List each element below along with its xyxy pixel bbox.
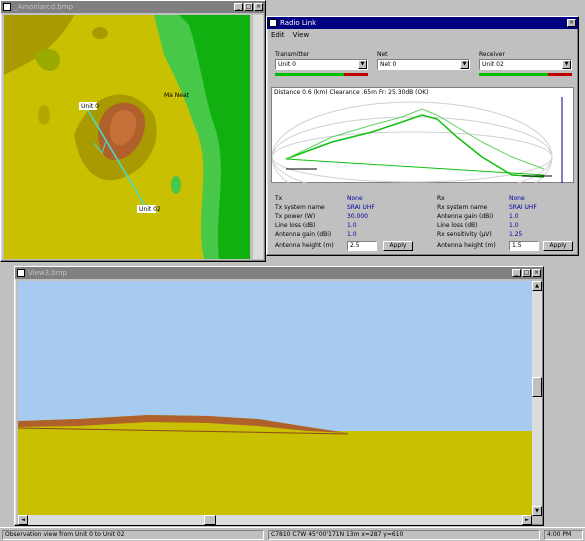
map-window-title: _Amoniarcd.bmp bbox=[14, 3, 74, 11]
view-window[interactable]: View3.bmp _ □ × ▲ ▼ ◄ ► bbox=[14, 266, 544, 526]
radio-link-window[interactable]: Radio Link × Edit View Transmitter Net R… bbox=[266, 16, 579, 256]
right-antenna-height-input[interactable]: 1.5 bbox=[509, 241, 539, 251]
receiver-level-bar bbox=[479, 73, 572, 76]
left-row-0-label: Tx system name bbox=[275, 204, 325, 211]
status-bar: Observation view from Unit 0 to Unit 02 … bbox=[0, 527, 585, 541]
scroll-left-icon[interactable]: ◄ bbox=[18, 515, 28, 525]
left-role-label: Tx bbox=[275, 195, 283, 202]
document-icon bbox=[17, 269, 25, 277]
chevron-down-icon[interactable]: ▼ bbox=[358, 60, 367, 69]
scroll-down-icon[interactable]: ▼ bbox=[532, 506, 542, 516]
terrain-map[interactable]: Unit 0 Unit 02 Ma Neat bbox=[4, 15, 250, 259]
left-row-1-label: Tx power (W) bbox=[275, 213, 316, 220]
net-value: Net 0 bbox=[380, 61, 397, 68]
unit-a-label: Unit 0 bbox=[81, 103, 99, 110]
chevron-down-icon[interactable]: ▼ bbox=[562, 60, 571, 69]
left-row-3-value: 1.0 bbox=[347, 231, 357, 238]
maximize-button[interactable]: □ bbox=[244, 3, 253, 11]
transmitter-value: Unit 0 bbox=[278, 61, 296, 68]
net-label: Net bbox=[377, 51, 388, 58]
left-role-value: None bbox=[347, 195, 363, 202]
radio-link-titlebar[interactable]: Radio Link × bbox=[267, 17, 578, 29]
scroll-thumb-h[interactable] bbox=[204, 515, 216, 525]
menu-view[interactable]: View bbox=[293, 31, 310, 39]
view-window-titlebar[interactable]: View3.bmp _ □ × bbox=[15, 267, 543, 279]
scroll-up-icon[interactable]: ▲ bbox=[532, 281, 542, 291]
receiver-label: Receiver bbox=[479, 51, 505, 58]
left-row-2-value: 1.0 bbox=[347, 222, 357, 229]
close-button[interactable]: × bbox=[532, 269, 541, 277]
map-vscrollbar[interactable] bbox=[253, 15, 263, 259]
left-row-0-value: SRAI UHF bbox=[347, 204, 375, 211]
right-row-1-value: 1.0 bbox=[509, 213, 519, 220]
maximize-button[interactable]: □ bbox=[522, 269, 531, 277]
unit-b-label: Unit 02 bbox=[139, 206, 161, 213]
left-row-1-value: 30.000 bbox=[347, 213, 368, 220]
radio-icon bbox=[269, 19, 277, 27]
right-row-4-label: Antenna height (m) bbox=[437, 242, 496, 249]
status-time: 4:00 PM bbox=[544, 530, 583, 540]
status-coordinates: C7810 C7W 45°00'171N 13m x=287 y=610 bbox=[268, 530, 540, 540]
scroll-right-icon[interactable]: ► bbox=[522, 515, 532, 525]
profile-panel: Distance 0.6 (km) Clearance .65m Fr: 25.… bbox=[271, 87, 574, 183]
transmitter-level-bar bbox=[275, 73, 368, 76]
minimize-button[interactable]: _ bbox=[234, 3, 243, 11]
left-row-3-label: Antenna gain (dBi) bbox=[275, 231, 332, 238]
right-row-0-label: Rx system name bbox=[437, 204, 488, 211]
menu-edit[interactable]: Edit bbox=[271, 31, 285, 39]
radio-menubar: Edit View bbox=[267, 29, 578, 40]
right-role-value: None bbox=[509, 195, 525, 202]
left-row-4-label: Antenna height (m) bbox=[275, 242, 334, 249]
right-row-2-value: 1.0 bbox=[509, 222, 519, 229]
document-icon bbox=[3, 3, 11, 11]
left-apply-button[interactable]: Apply bbox=[383, 241, 413, 251]
radio-link-title: Radio Link bbox=[280, 19, 317, 27]
close-button[interactable]: × bbox=[254, 3, 263, 11]
3d-terrain-view[interactable] bbox=[18, 281, 532, 516]
map-window-titlebar[interactable]: _Amoniarcd.bmp _ □ × bbox=[1, 1, 265, 13]
receiver-select[interactable]: Unit 02 ▼ bbox=[479, 59, 572, 70]
right-apply-button[interactable]: Apply bbox=[543, 241, 573, 251]
scroll-thumb-v[interactable] bbox=[532, 377, 542, 397]
view-window-title: View3.bmp bbox=[28, 269, 67, 277]
minimize-button[interactable]: _ bbox=[512, 269, 521, 277]
left-antenna-height-input[interactable]: 2.5 bbox=[347, 241, 377, 251]
map-window[interactable]: _Amoniarcd.bmp _ □ × Unit 0 Unit 02 Ma N… bbox=[0, 0, 266, 262]
left-row-2-label: Line loss (dB) bbox=[275, 222, 316, 229]
right-row-2-label: Line loss (dB) bbox=[437, 222, 478, 229]
view-hscrollbar[interactable]: ◄ ► bbox=[18, 515, 532, 525]
status-message: Observation view from Unit 0 to Unit 02 bbox=[2, 530, 264, 540]
transmitter-label: Transmitter bbox=[275, 51, 310, 58]
right-role-label: Rx bbox=[437, 195, 445, 202]
close-button[interactable]: × bbox=[567, 19, 576, 27]
right-row-3-label: Rx sensitivity (μV) bbox=[437, 231, 492, 238]
net-select[interactable]: Net 0 ▼ bbox=[377, 59, 470, 70]
right-row-3-value: 1.25 bbox=[509, 231, 523, 238]
profile-graph bbox=[272, 97, 563, 183]
view-vscrollbar[interactable]: ▲ ▼ bbox=[532, 281, 542, 516]
receiver-value: Unit 02 bbox=[482, 61, 504, 68]
profile-header: Distance 0.6 (km) Clearance .65m Fr: 25.… bbox=[274, 89, 429, 96]
waypoint-label: Ma Neat bbox=[164, 92, 190, 99]
right-row-0-value: SRAI UHF bbox=[509, 204, 537, 211]
chevron-down-icon[interactable]: ▼ bbox=[460, 60, 469, 69]
transmitter-select[interactable]: Unit 0 ▼ bbox=[275, 59, 368, 70]
right-row-1-label: Antenna gain (dBi) bbox=[437, 213, 494, 220]
